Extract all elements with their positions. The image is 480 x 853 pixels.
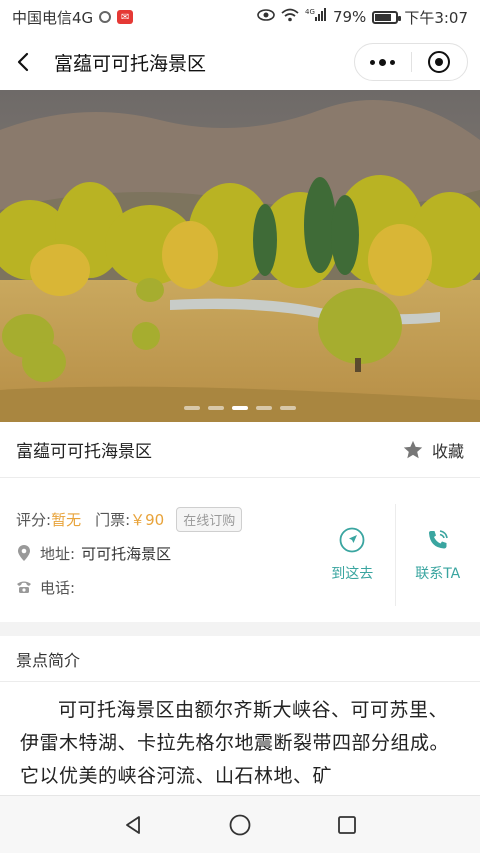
nav-back-button[interactable] <box>113 805 153 845</box>
navigation-arrow-icon <box>339 527 365 553</box>
target-icon <box>428 51 451 73</box>
rating-ticket-row: 评分: 暂无 门票: ￥90 在线订购 <box>16 502 316 536</box>
back-button[interactable] <box>0 34 48 90</box>
title-bar: 富蕴可可托海景区 <box>0 34 480 90</box>
carousel-dot[interactable] <box>232 406 248 410</box>
rating-label: 评分: <box>16 510 52 529</box>
place-name: 富蕴可可托海景区 <box>16 442 152 462</box>
contact-label: 联系TA <box>415 566 461 582</box>
carousel-dot[interactable] <box>280 406 296 410</box>
navigate-label: 到这去 <box>331 566 374 582</box>
system-nav-bar <box>0 795 480 853</box>
landscape-image <box>0 90 480 422</box>
more-button[interactable] <box>355 44 411 80</box>
svg-text:4G: 4G <box>305 8 315 16</box>
hero-carousel[interactable] <box>0 90 480 422</box>
page-title: 富蕴可可托海景区 <box>54 52 207 75</box>
carousel-dot[interactable] <box>208 406 224 410</box>
square-recents-icon <box>337 815 356 834</box>
ticket-price: ￥90 <box>130 510 165 529</box>
address-row: 地址: 可可托海景区 <box>16 536 316 570</box>
favorite-button[interactable]: 收藏 <box>402 438 464 462</box>
battery-icon <box>372 10 402 24</box>
phone-call-icon <box>428 530 448 549</box>
close-miniprogram-button[interactable] <box>412 44 468 80</box>
status-bar: 中国电信4G ✉ 4G 79% 下午3:07 <box>0 0 480 34</box>
section-divider <box>0 622 480 636</box>
app-notification-icon: ✉ <box>117 10 134 24</box>
location-pin-icon <box>16 544 32 562</box>
section-title: 景点简介 <box>0 636 480 682</box>
place-header: 富蕴可可托海景区 收藏 <box>0 422 480 478</box>
address-value: 可可托海景区 <box>81 544 172 563</box>
phone-icon <box>16 578 32 596</box>
ticket-label: 门票: <box>95 510 131 529</box>
chevron-left-icon <box>17 52 29 72</box>
carousel-dot[interactable] <box>256 406 272 410</box>
contact-button[interactable]: 联系TA <box>396 500 480 610</box>
sync-icon <box>99 11 112 23</box>
favorite-label: 收藏 <box>431 441 464 461</box>
triangle-back-icon <box>126 815 141 834</box>
battery-percent: 79% <box>332 8 367 26</box>
carousel-indicator <box>0 406 480 410</box>
carrier-text: 中国电信4G <box>12 8 94 27</box>
circle-home-icon <box>229 814 251 835</box>
nav-home-button[interactable] <box>220 805 260 845</box>
more-icon <box>370 58 396 66</box>
carousel-dot[interactable] <box>184 406 200 410</box>
clock-text: 下午3:07 <box>404 8 468 27</box>
star-icon <box>403 440 423 458</box>
navigate-button[interactable]: 到这去 <box>310 500 395 610</box>
wifi-icon <box>281 8 299 26</box>
address-label: 地址: <box>40 544 76 563</box>
info-panel: 评分: 暂无 门票: ￥90 在线订购 地址: 可可托海景区 电话: 到这去 联… <box>0 490 480 612</box>
cell-signal-icon: 4G <box>305 8 327 26</box>
scenic-description: 可可托海景区由额尔齐斯大峡谷、可可苏里、伊雷木特湖、卡拉先格尔地震断裂带四部分组… <box>20 699 450 787</box>
phone-row: 电话: <box>16 570 316 604</box>
nav-recents-button[interactable] <box>327 805 367 845</box>
phone-label: 电话: <box>40 578 76 597</box>
eye-icon <box>257 8 275 26</box>
order-online-button[interactable]: 在线订购 <box>176 506 243 532</box>
miniprogram-capsule <box>354 43 468 81</box>
rating-value: 暂无 <box>51 510 82 529</box>
